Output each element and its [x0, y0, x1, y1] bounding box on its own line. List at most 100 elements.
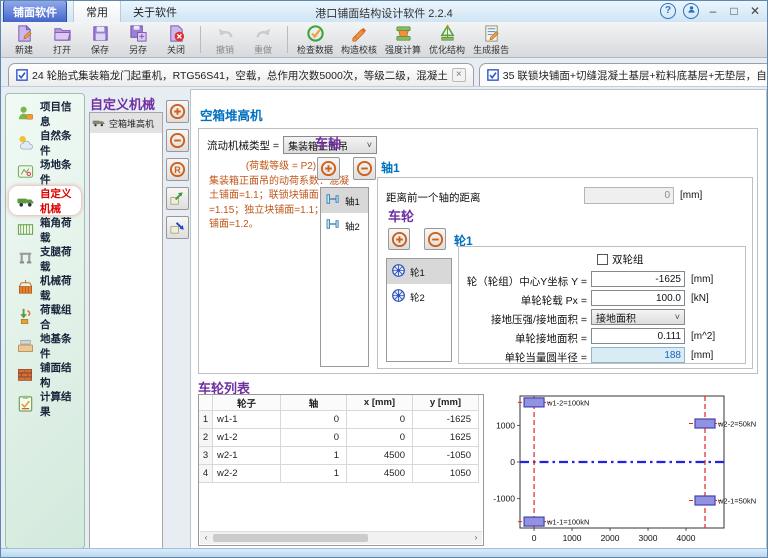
optimize-icon: [438, 24, 457, 43]
sidebar-item-nature[interactable]: 自然条件: [9, 128, 81, 157]
wheel-field-row: 单轮轮载 Px =[kN]: [459, 290, 745, 308]
axle-list-item[interactable]: 轴1: [321, 188, 368, 213]
maximize-button[interactable]: □: [727, 4, 741, 18]
close-button[interactable]: ✕: [748, 4, 762, 18]
table-hscrollbar[interactable]: ‹ ›: [200, 531, 482, 544]
x-tick-label: 0: [532, 533, 537, 543]
axle-icon: [325, 218, 341, 233]
machine-title: 空箱堆高机: [200, 105, 263, 124]
ribbon-toolbar: 新建打开保存另存关闭撤销重做检查数据构造校核强度计算优化结构生成报告: [1, 22, 767, 58]
sidebar-item-load-combo[interactable]: 荷载组合: [9, 302, 81, 331]
ribbon-button-strength-calc[interactable]: 强度计算: [381, 23, 425, 57]
document-tab[interactable]: 24 轮胎式集装箱龙门起重机，RTG56S41，空载，总作用次数5000次，等级…: [8, 63, 474, 86]
remove-machine-button[interactable]: [166, 129, 189, 152]
wheel-field-input[interactable]: [591, 271, 685, 287]
check-data-icon: [306, 24, 325, 43]
axle-icon: [325, 193, 341, 208]
scroll-right-icon[interactable]: ›: [470, 532, 482, 544]
add-wheel-button[interactable]: [388, 228, 410, 250]
sidebar-item-pavement[interactable]: 铺面结构: [9, 360, 81, 389]
sidebar-item-project-info[interactable]: 项目信息: [9, 99, 81, 128]
pavement-icon: [16, 365, 35, 384]
machine-type-label: 流动机械类型 =: [207, 138, 279, 153]
ribbon-button-save[interactable]: 保存: [81, 23, 119, 57]
sidebar-item-container-load[interactable]: 箱角荷载: [9, 215, 81, 244]
ribbon-button-optimize[interactable]: 优化结构: [425, 23, 469, 57]
machine-type-row: 流动机械类型 = 集装箱正面吊 ˅: [207, 136, 377, 154]
contact-mode-select[interactable]: 接地面积˅: [591, 309, 685, 325]
y-tick-label: 1000: [496, 420, 515, 430]
project-info-icon: [16, 104, 35, 123]
scroll-left-icon[interactable]: ‹: [200, 532, 212, 544]
export-machine-button[interactable]: [166, 187, 189, 210]
site-icon: [16, 162, 35, 181]
wheel-icon: [391, 263, 406, 281]
axle-section-title: 车轴: [315, 133, 341, 152]
wheel-marker: [524, 517, 544, 526]
load-combo-icon: [16, 307, 35, 326]
wheel-chart: 01000200030004000-100001000w1-1=100kNw1-…: [488, 382, 764, 548]
rename-machine-button[interactable]: R: [166, 158, 189, 181]
wheel-marker: [524, 398, 544, 407]
table-row: 3w2-114500-1050: [199, 447, 483, 465]
new-file-icon: [15, 24, 34, 43]
wheel-label: w1-1=100kN: [546, 518, 589, 527]
wheel-field-input[interactable]: [591, 347, 685, 363]
wheel-field-input[interactable]: [591, 328, 685, 344]
title-bar: 港口铺面结构设计软件 2.2.4 铺面软件 常用 关于软件 ? – □ ✕: [1, 1, 767, 23]
add-machine-button[interactable]: [166, 100, 189, 123]
structure-check-icon: [350, 24, 369, 43]
help-icon[interactable]: ?: [660, 3, 676, 19]
add-axle-button[interactable]: [317, 157, 340, 180]
tab-checkbox-icon: [16, 69, 28, 81]
redo-icon: [254, 24, 273, 43]
wheel-field-row: 单轮接地面积 =[m^2]: [459, 328, 745, 346]
scrollbar-thumb[interactable]: [213, 534, 368, 542]
ribbon-button-open-folder[interactable]: 打开: [43, 23, 81, 57]
dual-wheel-checkbox[interactable]: [597, 254, 608, 265]
import-arrow-icon: [169, 219, 186, 236]
ribbon-button-report[interactable]: 生成报告: [469, 23, 513, 57]
ribbon-button-check-data[interactable]: 检查数据: [293, 23, 337, 57]
nature-icon: [16, 133, 35, 152]
ribbon-tab-about[interactable]: 关于软件: [121, 1, 189, 22]
sidebar-item-custom-machine[interactable]: 自定义机械: [9, 186, 81, 215]
ribbon-tab-common[interactable]: 常用: [73, 0, 121, 22]
export-arrow-icon: [169, 190, 186, 207]
wheel-field-input[interactable]: [591, 290, 685, 306]
remove-wheel-button[interactable]: [424, 228, 446, 250]
machine-list-item[interactable]: 空箱堆高机: [90, 113, 162, 133]
sidebar-item-foundation[interactable]: 地基条件: [9, 331, 81, 360]
save-as-icon: [129, 24, 148, 43]
sidebar-item-site[interactable]: 场地条件: [9, 157, 81, 186]
import-machine-button[interactable]: [166, 216, 189, 239]
wheel-label: w1-2=100kN: [546, 398, 589, 407]
minimize-button[interactable]: –: [706, 4, 720, 18]
about-user-icon[interactable]: [683, 3, 699, 19]
remove-circle-icon: [169, 132, 186, 149]
ribbon-button-close-file[interactable]: 关闭: [157, 23, 195, 57]
ribbon-button-new-file[interactable]: 新建: [5, 23, 43, 57]
tab-close-icon[interactable]: ×: [452, 68, 466, 82]
ribbon-button-structure-check[interactable]: 构造校核: [337, 23, 381, 57]
wheel-marker: [695, 419, 715, 428]
document-tab[interactable]: 35 联锁块铺面+切缝混凝土基层+粒料底基层+无垫层，自定义机械荷载×: [479, 63, 768, 86]
machine-groupbox: 流动机械类型 = 集装箱正面吊 ˅ (荷载等级 = P2) 集装箱正面吊的动荷系…: [198, 128, 758, 374]
axle-distance-input[interactable]: [584, 187, 674, 204]
sidebar-item-machine-load[interactable]: 机械荷载: [9, 273, 81, 302]
sidebar-item-leg-load[interactable]: 支腿荷载: [9, 244, 81, 273]
ribbon-button-save-as[interactable]: 另存: [119, 23, 157, 57]
remove-axle-button[interactable]: [353, 157, 376, 180]
table-row: 4w2-2145001050: [199, 465, 483, 483]
wheel-field-row: 接地压强/接地面积 =接地面积˅: [459, 309, 745, 327]
axle-list-item[interactable]: 轴2: [321, 213, 368, 238]
svg-text:R: R: [174, 165, 181, 175]
sidebar-item-results[interactable]: 计算结果: [9, 389, 81, 418]
machine-list: 空箱堆高机: [89, 112, 163, 549]
wheel-list-item[interactable]: 轮1: [387, 259, 451, 284]
rename-circle-icon: R: [169, 161, 186, 178]
file-menu-button[interactable]: 铺面软件: [3, 0, 67, 22]
x-tick-label: 3000: [639, 533, 658, 543]
results-icon: [16, 394, 35, 413]
wheel-list-item[interactable]: 轮2: [387, 284, 451, 309]
